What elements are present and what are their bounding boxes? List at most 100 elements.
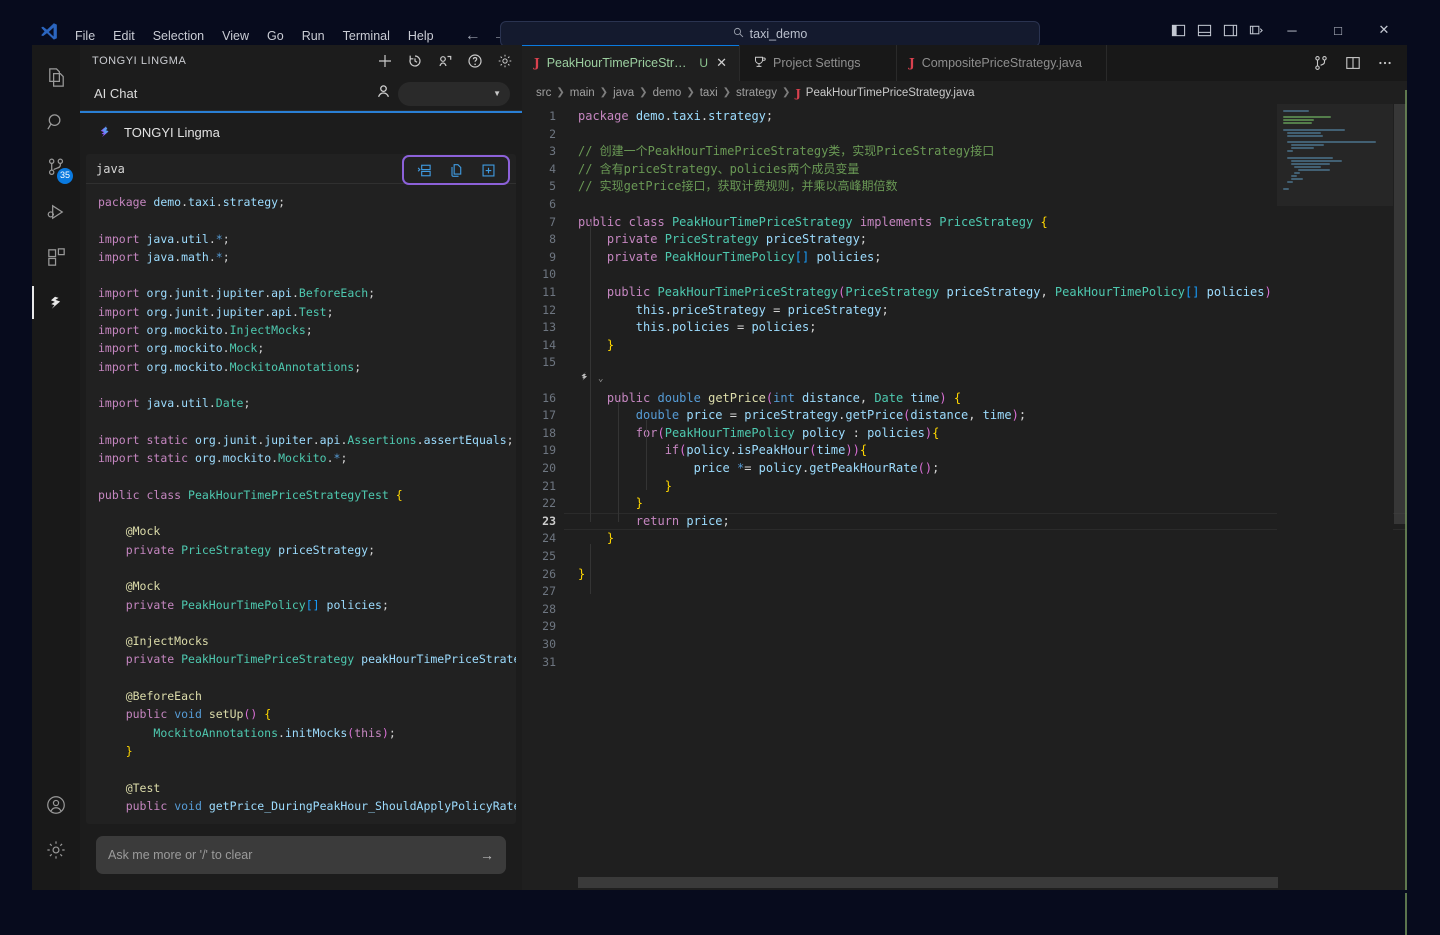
breadcrumb-file[interactable]: J PeakHourTimePriceStrategy.java	[795, 86, 974, 100]
maximize-button[interactable]: □	[1315, 20, 1361, 40]
code-block-content: package demo.taxi.strategy; import java.…	[86, 184, 516, 824]
model-selector[interactable]: ▼	[398, 82, 510, 106]
chevron-right-icon: ❯	[556, 87, 564, 98]
search-icon	[733, 27, 744, 41]
gear-icon[interactable]	[496, 53, 513, 70]
sidebar-item-extensions[interactable]	[32, 235, 80, 280]
go-back-icon[interactable]: ←	[465, 29, 481, 44]
menu-selection[interactable]: Selection	[144, 28, 213, 45]
arrow-right-icon[interactable]: →	[480, 847, 494, 863]
share-icon[interactable]	[436, 53, 453, 70]
window-controls-area: ─ □ ✕	[1165, 20, 1407, 45]
side-panel-tongyi-lingma: TONGYI LINGMA AI Chat	[80, 45, 522, 890]
breadcrumb-taxi[interactable]: taxi	[700, 87, 718, 99]
chat-code-block: java package demo.taxi.strategy; import …	[86, 154, 516, 824]
java-file-icon: J	[909, 56, 915, 70]
tab-compositepricestrategy-java[interactable]: J CompositePriceStrategy.java	[897, 45, 1107, 81]
editor-tab-bar: J PeakHourTimePriceStrategy.java U ✕ Pro…	[522, 45, 1407, 81]
breadcrumb: src ❯ main ❯ java ❯ demo ❯ taxi ❯ strate…	[522, 81, 1407, 104]
question-icon[interactable]	[466, 53, 483, 70]
project-settings-icon	[752, 55, 766, 72]
minimize-button[interactable]: ─	[1269, 20, 1315, 40]
assistant-message-header: TONGYI Lingma	[80, 111, 522, 154]
close-button[interactable]: ✕	[1361, 20, 1407, 40]
java-file-icon: J	[534, 56, 540, 70]
ai-chat-input-area: Ask me more or '/' to clear →	[80, 826, 522, 890]
chevron-down-icon[interactable]: ⌄	[598, 371, 603, 389]
sidebar-item-explorer[interactable]	[32, 55, 80, 100]
ai-chat-title: AI Chat	[94, 86, 375, 101]
horizontal-scrollbar[interactable]	[578, 877, 1277, 888]
toggle-primary-sidebar-icon[interactable]	[1165, 20, 1191, 40]
customize-layout-icon[interactable]	[1243, 20, 1269, 40]
chat-input-placeholder: Ask me more or '/' to clear	[108, 848, 480, 862]
chevron-right-icon: ❯	[600, 87, 608, 98]
breadcrumb-src[interactable]: src	[536, 87, 551, 99]
indent-guide	[618, 402, 619, 522]
ellipsis-icon[interactable]	[1376, 55, 1393, 72]
sidebar-item-run-and-debug[interactable]	[32, 190, 80, 235]
code-area: 1234567891011121314151617181920212223242…	[522, 104, 1407, 890]
source-control-badge: 35	[57, 168, 73, 184]
split-editor-icon[interactable]	[1344, 55, 1361, 72]
search-value: taxi_demo	[750, 28, 808, 41]
sidebar-item-source-control[interactable]: 35	[32, 145, 80, 190]
window-left-strip	[0, 0, 32, 893]
ai-chat-header: AI Chat ▼	[80, 77, 522, 111]
menu-help[interactable]: Help	[399, 28, 443, 45]
breadcrumb-strategy[interactable]: strategy	[736, 87, 777, 99]
chevron-right-icon: ❯	[639, 87, 647, 98]
tab-project-settings[interactable]: Project Settings	[740, 45, 897, 81]
sidebar-item-accounts[interactable]	[32, 782, 80, 827]
chevron-right-icon: ❯	[723, 87, 731, 98]
close-icon[interactable]: ✕	[716, 55, 727, 71]
ai-chat-conversation: TONGYI Lingma java package	[80, 111, 522, 826]
activity-bar: 35	[32, 45, 80, 890]
sidebar-item-tongyi-lingma[interactable]	[32, 280, 80, 325]
copy-icon[interactable]	[448, 162, 464, 178]
toggle-secondary-sidebar-icon[interactable]	[1217, 20, 1243, 40]
side-panel-actions	[376, 53, 513, 70]
editor-minimap[interactable]	[1277, 104, 1393, 890]
command-center-search[interactable]: taxi_demo	[500, 21, 1040, 47]
tab-unsaved-badge: U	[699, 56, 708, 70]
menu-file[interactable]: File	[66, 28, 104, 45]
vscode-window: File Edit Selection View Go Run Terminal…	[0, 0, 1440, 893]
code-block-toolbar	[402, 155, 510, 185]
menu-bar: File Edit Selection View Go Run Terminal…	[66, 19, 443, 45]
fork-icon[interactable]	[1312, 55, 1329, 72]
title-bar: File Edit Selection View Go Run Terminal…	[32, 0, 1407, 45]
new-file-icon[interactable]	[480, 162, 496, 178]
insert-icon[interactable]	[416, 162, 432, 178]
editor-group: J PeakHourTimePriceStrategy.java U ✕ Pro…	[522, 45, 1407, 890]
person-icon[interactable]	[375, 83, 392, 105]
menu-go[interactable]: Go	[258, 28, 293, 45]
menu-edit[interactable]: Edit	[104, 28, 144, 45]
breadcrumb-demo[interactable]: demo	[653, 87, 682, 99]
history-icon[interactable]	[406, 53, 423, 70]
menu-run[interactable]: Run	[293, 28, 334, 45]
tab-label: PeakHourTimePriceStrategy.java	[547, 56, 693, 70]
chat-input-box[interactable]: Ask me more or '/' to clear →	[96, 836, 506, 874]
breadcrumb-java[interactable]: java	[613, 87, 634, 99]
side-panel-title: TONGYI LINGMA	[92, 55, 376, 67]
sidebar-item-manage-settings[interactable]	[32, 827, 80, 872]
plus-icon[interactable]	[376, 53, 393, 70]
assistant-name: TONGYI Lingma	[124, 125, 220, 140]
indent-guide	[646, 420, 647, 490]
chevron-right-icon: ❯	[782, 87, 790, 98]
sidebar-item-search[interactable]	[32, 100, 80, 145]
code-block-language: java	[96, 162, 125, 176]
horizontal-scrollbar-thumb[interactable]	[578, 877, 1278, 888]
breadcrumb-main[interactable]: main	[570, 87, 595, 99]
chevron-down-icon: ▼	[493, 89, 501, 98]
code-editor[interactable]: 1234567891011121314151617181920212223242…	[522, 104, 1407, 890]
menu-view[interactable]: View	[213, 28, 258, 45]
java-file-icon: J	[795, 86, 800, 100]
chevron-right-icon: ❯	[686, 87, 694, 98]
breadcrumb-file-label: PeakHourTimePriceStrategy.java	[806, 87, 975, 99]
indent-guide	[590, 544, 591, 594]
tab-peakhourtimepricestrategy-java[interactable]: J PeakHourTimePriceStrategy.java U ✕	[522, 45, 740, 81]
menu-terminal[interactable]: Terminal	[334, 28, 399, 45]
toggle-panel-icon[interactable]	[1191, 20, 1217, 40]
